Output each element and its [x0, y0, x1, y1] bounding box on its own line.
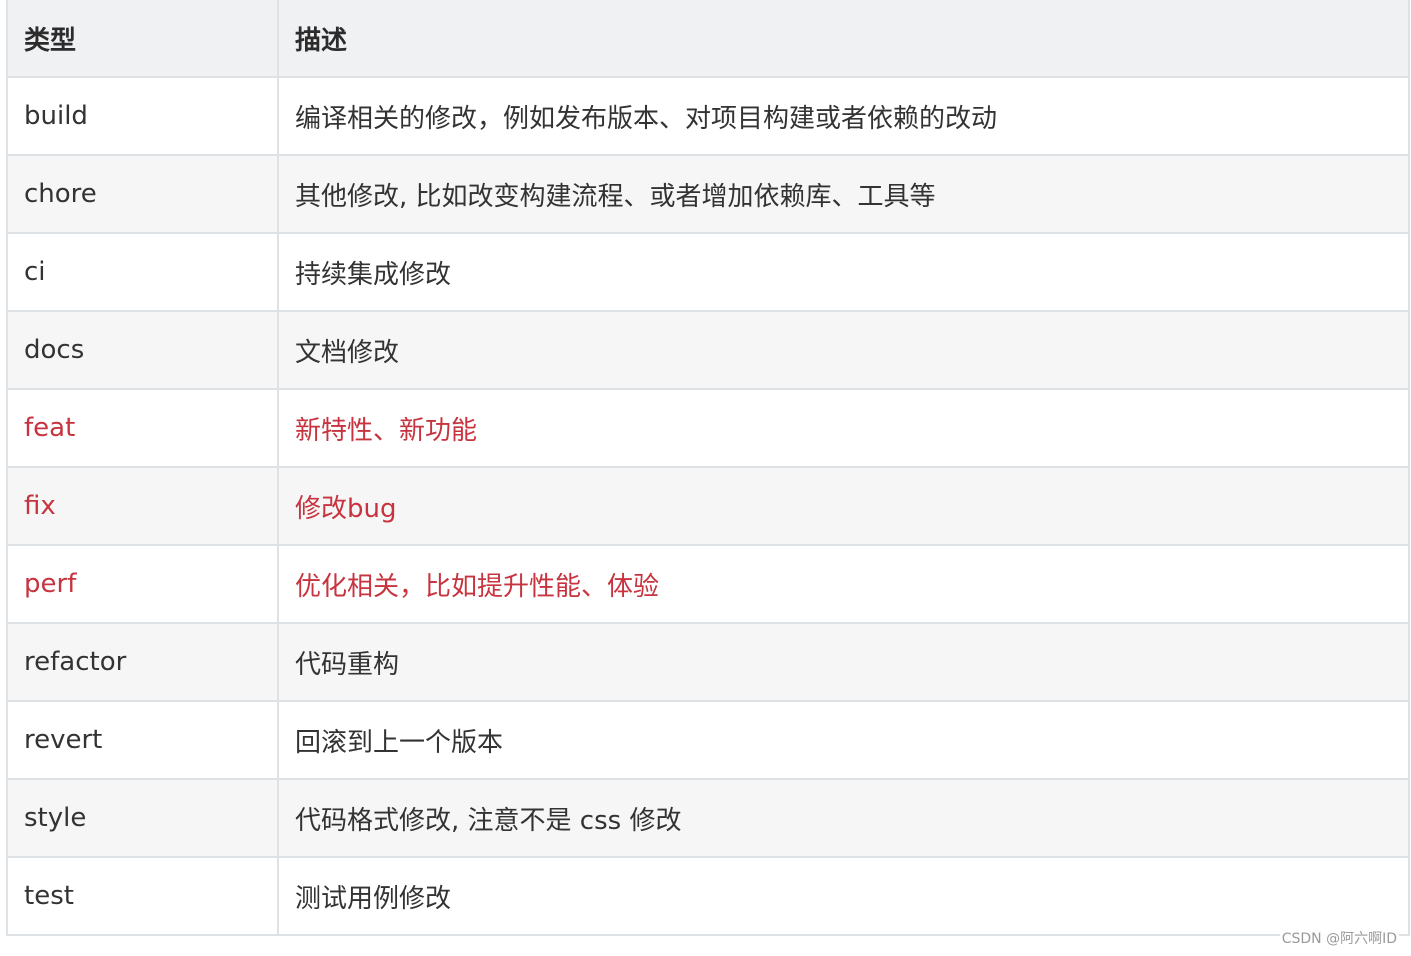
description-cell: 测试用例修改: [278, 857, 1409, 935]
table-row: fix 修改bug: [7, 467, 1409, 545]
table-row: ci 持续集成修改: [7, 233, 1409, 311]
table-row: style 代码格式修改, 注意不是 css 修改: [7, 779, 1409, 857]
description-cell: 其他修改, 比如改变构建流程、或者增加依赖库、工具等: [278, 155, 1409, 233]
commit-type-table: 类型 描述 build 编译相关的修改，例如发布版本、对项目构建或者依赖的改动 …: [6, 0, 1410, 936]
type-cell: revert: [7, 701, 278, 779]
type-cell: fix: [7, 467, 278, 545]
type-cell: ci: [7, 233, 278, 311]
table-header: 类型 描述: [7, 0, 1409, 77]
description-cell: 编译相关的修改，例如发布版本、对项目构建或者依赖的改动: [278, 77, 1409, 155]
description-cell: 修改bug: [278, 467, 1409, 545]
description-cell: 代码重构: [278, 623, 1409, 701]
description-cell: 回滚到上一个版本: [278, 701, 1409, 779]
type-cell: build: [7, 77, 278, 155]
description-cell: 优化相关，比如提升性能、体验: [278, 545, 1409, 623]
type-cell: style: [7, 779, 278, 857]
description-cell: 持续集成修改: [278, 233, 1409, 311]
header-type: 类型: [7, 0, 278, 77]
type-cell: chore: [7, 155, 278, 233]
watermark: CSDN @阿六啊ID: [1280, 928, 1399, 948]
header-description: 描述: [278, 0, 1409, 77]
type-cell: feat: [7, 389, 278, 467]
type-cell: perf: [7, 545, 278, 623]
table-body: build 编译相关的修改，例如发布版本、对项目构建或者依赖的改动 chore …: [7, 77, 1409, 935]
type-cell: refactor: [7, 623, 278, 701]
table-row: feat 新特性、新功能: [7, 389, 1409, 467]
table-row: revert 回滚到上一个版本: [7, 701, 1409, 779]
description-cell: 文档修改: [278, 311, 1409, 389]
type-cell: docs: [7, 311, 278, 389]
table-row: refactor 代码重构: [7, 623, 1409, 701]
table-row: perf 优化相关，比如提升性能、体验: [7, 545, 1409, 623]
description-cell: 新特性、新功能: [278, 389, 1409, 467]
table-row: build 编译相关的修改，例如发布版本、对项目构建或者依赖的改动: [7, 77, 1409, 155]
table-row: chore 其他修改, 比如改变构建流程、或者增加依赖库、工具等: [7, 155, 1409, 233]
description-cell: 代码格式修改, 注意不是 css 修改: [278, 779, 1409, 857]
table-row: docs 文档修改: [7, 311, 1409, 389]
header-row: 类型 描述: [7, 0, 1409, 77]
table-row: test 测试用例修改: [7, 857, 1409, 935]
type-cell: test: [7, 857, 278, 935]
